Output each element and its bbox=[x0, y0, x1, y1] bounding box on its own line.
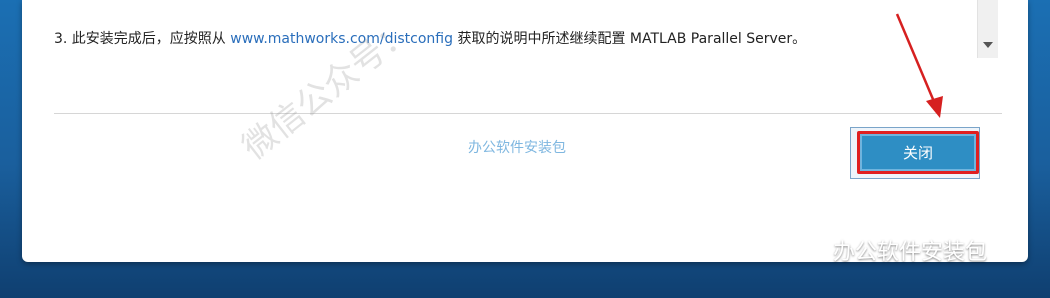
brand-watermark: 办公软件安装包 bbox=[793, 234, 987, 266]
wechat-icon bbox=[794, 238, 826, 262]
arrow-head-icon bbox=[926, 96, 943, 118]
brand-label: 办公软件安装包 bbox=[833, 240, 988, 265]
arrow-shaft bbox=[895, 13, 937, 105]
